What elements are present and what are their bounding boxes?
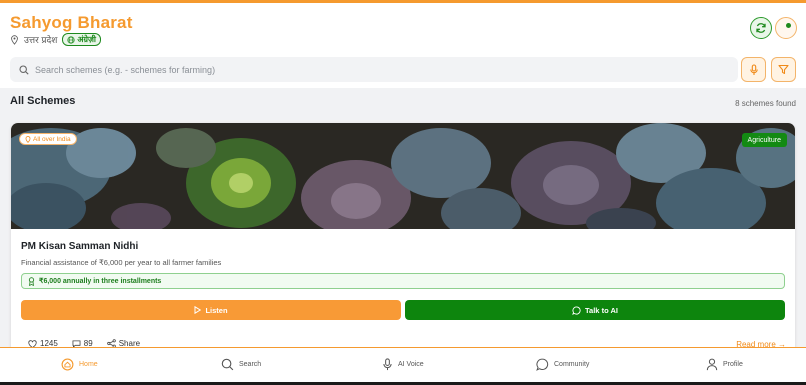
nav-community[interactable]: Community [536,358,589,371]
location-pin-icon [11,34,18,45]
search-bar[interactable] [10,57,738,82]
status-button[interactable] [775,17,797,39]
section-title: All Schemes [10,95,76,107]
nav-ai-voice-label: AI Voice [398,361,424,368]
nav-search-label: Search [239,361,262,368]
listen-label: Listen [205,305,228,315]
chat-icon [536,358,549,371]
search-icon [221,358,234,371]
nav-search[interactable]: Search [221,358,261,371]
scheme-count: 8 schemes found [735,99,796,108]
scheme-description: Financial assistance of ₹6,000 per year … [21,258,222,267]
category-badge: Agriculture [741,133,787,147]
benefit-box: ₹6,000 annually in three installments [21,273,785,289]
globe-icon [67,35,75,44]
user-icon [706,358,718,371]
location-pin-icon [25,135,31,143]
nav-community-label: Community [554,361,590,368]
award-icon [28,276,35,286]
voice-search-button[interactable] [741,57,766,82]
region-label: All over India [33,135,71,143]
chat-bubble-icon [572,305,581,315]
talk-to-ai-button[interactable]: Talk to AI [405,300,785,320]
scheme-card[interactable]: All over India Agriculture PM Kisan Samm… [11,123,795,353]
benefit-text: ₹6,000 annually in three installments [39,278,162,285]
nav-profile-label: Profile [723,361,743,368]
bottom-navigation: Home Search AI Voice Community Profile [0,347,806,385]
nav-home[interactable]: Home [61,358,98,371]
talk-label: Talk to AI [585,305,618,315]
online-status-dot [786,23,791,28]
mic-icon [383,358,392,371]
search-input[interactable] [35,64,715,75]
location-row: उत्तर प्रदेश अंग्रेज़ी [10,33,101,46]
region-badge: All over India [19,133,77,145]
nav-profile[interactable]: Profile [706,358,743,371]
mic-icon [749,63,758,75]
language-label: अंग्रेज़ी [77,35,96,44]
search-icon [19,64,29,75]
app-title: Sahyog Bharat [10,13,133,32]
scheme-title[interactable]: PM Kisan Samman Nidhi [21,241,138,252]
app-header: Sahyog Bharat उत्तर प्रदेश अंग्रेज़ी [0,3,806,88]
nav-home-label: Home [79,361,98,368]
filter-button[interactable] [771,57,796,82]
home-icon [61,358,74,371]
play-icon [194,306,202,314]
language-toggle[interactable]: अंग्रेज़ी [62,33,101,46]
filter-icon [778,64,789,75]
nav-ai-voice[interactable]: AI Voice [382,358,424,371]
scheme-image [11,123,795,229]
refresh-button[interactable] [750,17,772,39]
location-text[interactable]: उत्तर प्रदेश [24,33,57,46]
listen-button[interactable]: Listen [21,300,401,320]
refresh-icon [756,23,766,33]
